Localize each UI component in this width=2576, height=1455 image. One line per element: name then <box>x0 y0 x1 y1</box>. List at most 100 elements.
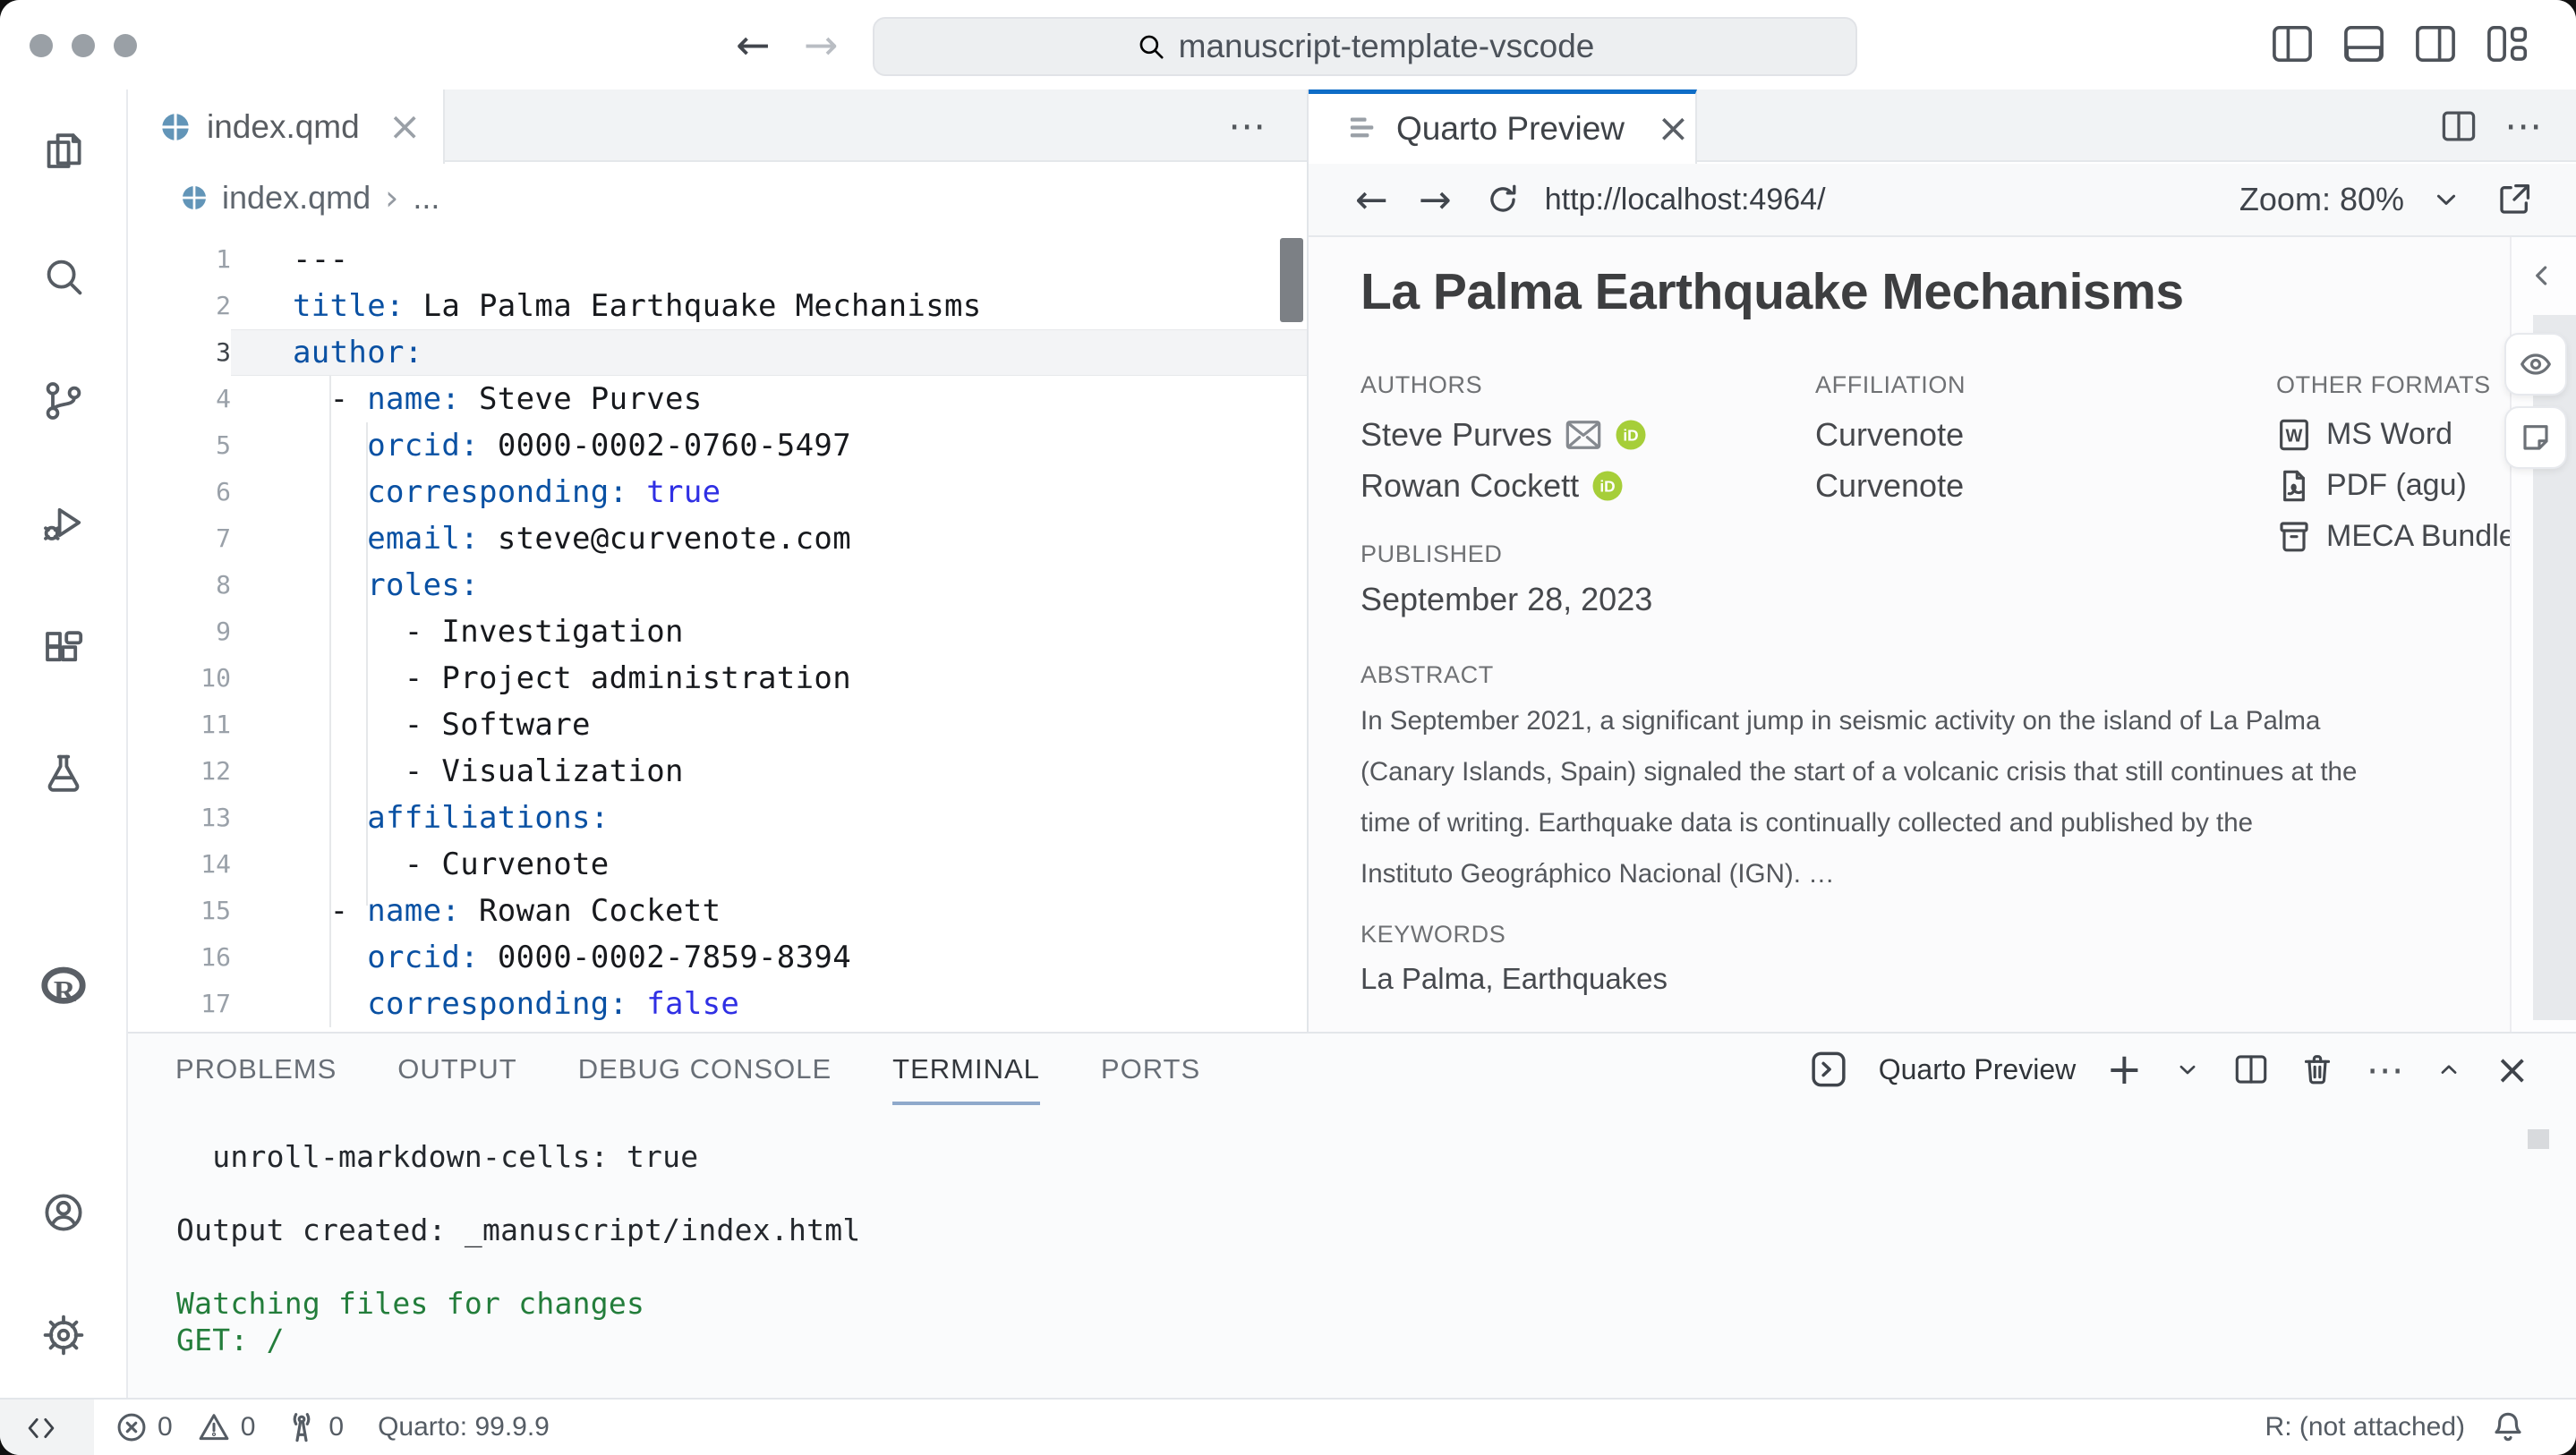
problems-status[interactable]: 0 0 0 Quarto: 99.9.9 <box>115 1400 550 1455</box>
format-pdf[interactable]: PDF (agu) <box>2276 460 2516 511</box>
terminal-line: unroll-markdown-cells: true <box>176 1138 860 1175</box>
tab-close-icon[interactable]: × <box>1657 109 1690 149</box>
new-terminal-icon[interactable]: + <box>2106 1044 2142 1094</box>
sidebar-item-source-control[interactable] <box>0 352 126 450</box>
code-editor[interactable]: 1---2title: La Palma Earthquake Mechanis… <box>128 231 1307 1032</box>
panel-tab-ports[interactable]: PORTS <box>1101 1034 1200 1105</box>
panel-more-actions-icon[interactable]: ⋯ <box>2366 1048 2403 1092</box>
panel-tab-output[interactable]: OUTPUT <box>397 1034 516 1105</box>
code-line[interactable]: 10 - Project administration <box>128 655 1307 702</box>
breadcrumb-file[interactable]: index.qmd <box>222 179 371 217</box>
code-line[interactable]: 12 - Visualization <box>128 748 1307 795</box>
editor-scrollbar-thumb[interactable] <box>1280 238 1303 322</box>
panel-tab-debug-console[interactable]: DEBUG CONSOLE <box>578 1034 832 1105</box>
title-bar: ← → manuscript-template-vscode <box>0 0 2576 91</box>
tab-index-qmd[interactable]: index.qmd × <box>128 89 445 164</box>
line-number: 17 <box>128 981 231 1027</box>
window-minimize-button[interactable] <box>72 34 95 57</box>
code-line[interactable]: 8 roles: <box>128 562 1307 608</box>
customize-layout-icon[interactable] <box>2486 24 2528 64</box>
open-external-icon[interactable] <box>2495 181 2533 218</box>
sidebar-item-search[interactable] <box>0 227 126 326</box>
code-line[interactable]: 2title: La Palma Earthquake Mechanisms <box>128 283 1307 329</box>
history-forward-button[interactable]: → <box>804 0 839 89</box>
notifications-bell-icon[interactable] <box>2490 1409 2526 1445</box>
breadcrumb-more[interactable]: ... <box>413 179 439 217</box>
editor-more-actions-icon[interactable]: ⋯ <box>1228 104 1266 148</box>
code-line[interactable]: 3author: <box>128 329 1307 376</box>
code-line[interactable]: 5 orcid: 0000-0002-0760-5497 <box>128 422 1307 469</box>
r-session-status[interactable]: R: (not attached) <box>2265 1412 2465 1442</box>
code-line[interactable]: 7 email: steve@curvenote.com <box>128 515 1307 562</box>
activity-bar: R <box>0 89 128 1398</box>
history-back-button[interactable]: ← <box>736 0 771 89</box>
author-name: Rowan Cockett <box>1361 467 1579 505</box>
sidebar-item-extensions[interactable] <box>0 600 126 699</box>
chevron-down-icon[interactable] <box>2429 183 2463 217</box>
article-title: La Palma Earthquake Mechanisms <box>1361 262 2184 321</box>
preview-url[interactable]: http://localhost:4964/ <box>1545 183 1826 217</box>
warnings-count: 0 <box>241 1412 256 1442</box>
code-text: author: <box>231 329 1307 376</box>
code-line[interactable]: 17 corresponding: false <box>128 981 1307 1027</box>
panel-scrollbar-thumb[interactable] <box>2528 1129 2549 1149</box>
toggle-panel-icon[interactable] <box>2343 24 2384 64</box>
zoom-level[interactable]: Zoom: 80% <box>2239 181 2404 218</box>
remote-indicator[interactable] <box>0 1400 94 1455</box>
panel-tab-problems[interactable]: PROBLEMS <box>175 1034 337 1105</box>
format-meca[interactable]: MECA Bundle <box>2276 511 2516 562</box>
indent-guide <box>329 376 331 1027</box>
code-line[interactable]: 4 - name: Steve Purves <box>128 376 1307 422</box>
terminal-dropdown-chevron-icon[interactable] <box>2172 1054 2203 1085</box>
refresh-icon[interactable] <box>1484 181 1522 218</box>
code-line[interactable]: 11 - Software <box>128 702 1307 748</box>
split-editor-icon[interactable] <box>2440 109 2478 143</box>
preview-eye-button[interactable] <box>2504 333 2567 396</box>
affiliation-row: Curvenote <box>1815 409 1964 460</box>
tab-close-icon[interactable]: × <box>388 107 422 147</box>
window-close-button[interactable] <box>30 34 53 57</box>
preview-more-actions-icon[interactable]: ⋯ <box>2504 104 2542 148</box>
preview-note-button[interactable] <box>2504 406 2567 469</box>
kill-terminal-trash-icon[interactable] <box>2299 1051 2335 1088</box>
search-icon <box>42 255 85 298</box>
close-panel-icon[interactable]: × <box>2495 1045 2529 1093</box>
code-line[interactable]: 1--- <box>128 236 1307 283</box>
window-zoom-button[interactable] <box>114 34 137 57</box>
code-line[interactable]: 16 orcid: 0000-0002-7859-8394 <box>128 934 1307 981</box>
terminal-output[interactable]: unroll-markdown-cells: trueOutput create… <box>176 1138 860 1358</box>
maximize-panel-chevron-up-icon[interactable] <box>2434 1054 2464 1085</box>
quarto-version-status[interactable]: Quarto: 99.9.9 <box>378 1412 550 1442</box>
code-line[interactable]: 6 corresponding: true <box>128 469 1307 515</box>
code-line[interactable]: 13 affiliations: <box>128 795 1307 841</box>
email-icon <box>1565 420 1602 450</box>
code-text: orcid: 0000-0002-0760-5497 <box>231 422 1307 469</box>
author-name: Steve Purves <box>1361 416 1552 454</box>
sidebar-item-testing[interactable] <box>0 724 126 822</box>
account-button[interactable] <box>0 1163 126 1262</box>
gear-icon <box>42 1314 85 1357</box>
tab-quarto-preview[interactable]: Quarto Preview × <box>1309 89 1697 164</box>
collapse-toc-chevron-left-icon[interactable] <box>2524 258 2560 294</box>
breadcrumb[interactable]: index.qmd › ... <box>128 164 1307 231</box>
preview-forward-icon[interactable]: → <box>1419 177 1452 223</box>
sidebar-item-r-language[interactable]: R <box>0 937 126 1035</box>
command-center-search[interactable]: manuscript-template-vscode <box>873 17 1857 76</box>
toggle-secondary-sidebar-icon[interactable] <box>2415 24 2456 64</box>
source-control-icon <box>42 379 85 422</box>
split-terminal-icon[interactable] <box>2233 1053 2269 1085</box>
sidebar-item-run-and-debug[interactable] <box>0 474 126 573</box>
terminal-instance-label[interactable]: Quarto Preview <box>1879 1053 2077 1086</box>
settings-button[interactable] <box>0 1286 126 1384</box>
code-line[interactable]: 9 - Investigation <box>128 608 1307 655</box>
sidebar-item-explorer[interactable] <box>0 103 126 201</box>
code-text: - name: Rowan Cockett <box>231 888 1307 934</box>
code-line[interactable]: 15 - name: Rowan Cockett <box>128 888 1307 934</box>
preview-back-icon[interactable]: ← <box>1355 177 1388 223</box>
toggle-primary-sidebar-icon[interactable] <box>2272 24 2313 64</box>
indent-guide <box>366 422 368 906</box>
code-line[interactable]: 14 - Curvenote <box>128 841 1307 888</box>
formats-label: OTHER FORMATS <box>2276 371 2491 399</box>
panel-tab-terminal[interactable]: TERMINAL <box>892 1034 1040 1105</box>
format-ms-word[interactable]: WMS Word <box>2276 409 2516 460</box>
